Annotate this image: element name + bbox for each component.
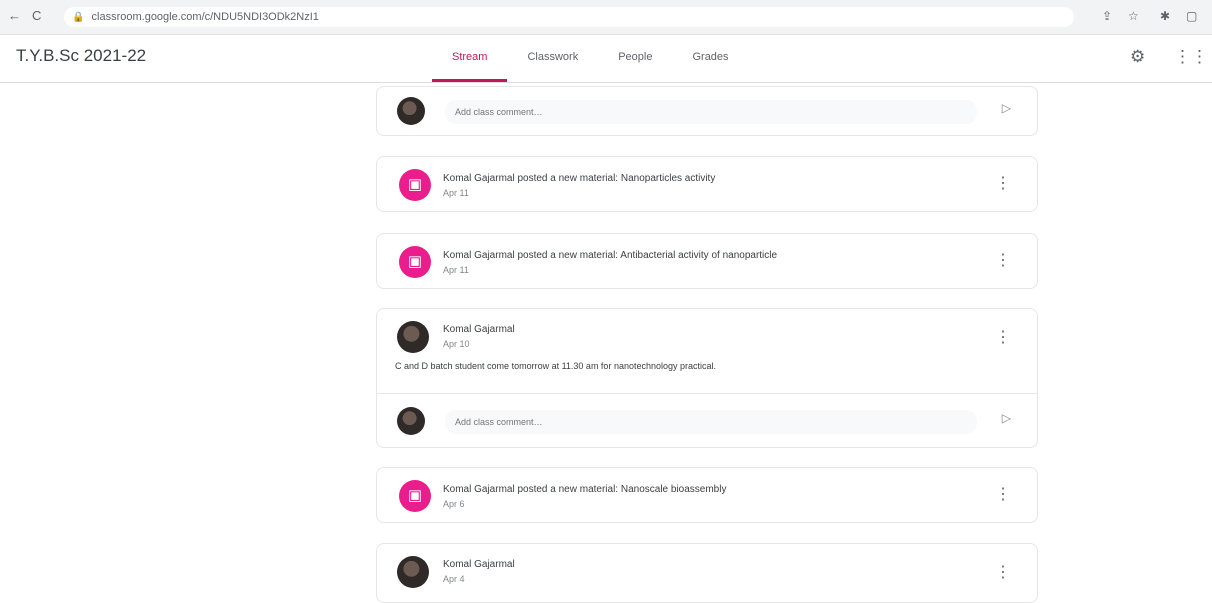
star-icon[interactable]: ☆ xyxy=(1128,9,1139,23)
author-avatar xyxy=(397,556,429,588)
send-icon[interactable]: ▷ xyxy=(1002,411,1011,425)
avatar xyxy=(397,407,425,435)
post-title[interactable]: Komal Gajarmal posted a new material: An… xyxy=(443,250,777,261)
class-comment-input[interactable] xyxy=(445,100,977,124)
back-icon[interactable]: ← xyxy=(8,8,21,23)
settings-icon[interactable]: ⚙ xyxy=(1130,47,1145,67)
url-text: classroom.google.com/c/NDU5NDI3ODk2NzI1 xyxy=(91,11,319,23)
class-tabs: Stream Classwork People Grades xyxy=(432,34,749,82)
address-bar[interactable]: 🔒 classroom.google.com/c/NDU5NDI3ODk2NzI… xyxy=(64,7,1074,27)
material-icon: ▣ xyxy=(399,246,431,278)
more-options-icon[interactable]: ⋮ xyxy=(995,484,1011,504)
more-options-icon[interactable]: ⋮ xyxy=(995,250,1011,270)
tab-classwork[interactable]: Classwork xyxy=(507,34,598,82)
post-author: Komal Gajarmal xyxy=(443,559,515,570)
post-date: Apr 6 xyxy=(443,499,465,509)
class-title[interactable]: T.Y.B.Sc 2021-22 xyxy=(16,46,146,66)
apps-grid-icon[interactable]: ⋮⋮⋮ xyxy=(1174,47,1212,67)
extensions-icon[interactable]: ✱ xyxy=(1160,9,1170,23)
more-options-icon[interactable]: ⋮ xyxy=(995,327,1011,347)
post-title[interactable]: Komal Gajarmal posted a new material: Na… xyxy=(443,484,726,495)
tab-people[interactable]: People xyxy=(598,34,672,82)
post-date: Apr 10 xyxy=(443,339,470,349)
announcement-post: Komal Gajarmal Apr 10 ⋮ C and D batch st… xyxy=(376,308,1038,448)
material-icon: ▣ xyxy=(399,169,431,201)
send-icon[interactable]: ▷ xyxy=(1002,101,1011,115)
tab-grades[interactable]: Grades xyxy=(672,34,748,82)
reload-icon[interactable]: C xyxy=(32,8,41,23)
app-header: T.Y.B.Sc 2021-22 Stream Classwork People… xyxy=(0,34,1212,83)
avatar xyxy=(397,97,425,125)
share-icon[interactable]: ⇪ xyxy=(1102,9,1112,23)
post-title[interactable]: Komal Gajarmal posted a new material: Na… xyxy=(443,173,715,184)
class-comment-input[interactable] xyxy=(445,410,977,434)
material-post[interactable]: ▣ Komal Gajarmal posted a new material: … xyxy=(376,233,1038,289)
post-date: Apr 4 xyxy=(443,574,465,584)
post-date: Apr 11 xyxy=(443,265,469,275)
browser-toolbar: ← C 🔒 classroom.google.com/c/NDU5NDI3ODk… xyxy=(0,0,1212,35)
more-options-icon[interactable]: ⋮ xyxy=(995,173,1011,193)
announcement-post: Komal Gajarmal Apr 4 ⋮ xyxy=(376,543,1038,603)
comment-card: ▷ xyxy=(376,86,1038,136)
material-post[interactable]: ▣ Komal Gajarmal posted a new material: … xyxy=(376,156,1038,212)
post-body: C and D batch student come tomorrow at 1… xyxy=(395,361,717,371)
post-date: Apr 11 xyxy=(443,188,469,198)
lock-icon: 🔒 xyxy=(72,12,85,23)
post-author: Komal Gajarmal xyxy=(443,324,515,335)
material-icon: ▣ xyxy=(399,480,431,512)
divider xyxy=(377,393,1037,394)
window-icon[interactable]: ▢ xyxy=(1186,9,1197,23)
material-post[interactable]: ▣ Komal Gajarmal posted a new material: … xyxy=(376,467,1038,523)
more-options-icon[interactable]: ⋮ xyxy=(995,562,1011,582)
author-avatar xyxy=(397,321,429,353)
tab-stream[interactable]: Stream xyxy=(432,34,508,82)
